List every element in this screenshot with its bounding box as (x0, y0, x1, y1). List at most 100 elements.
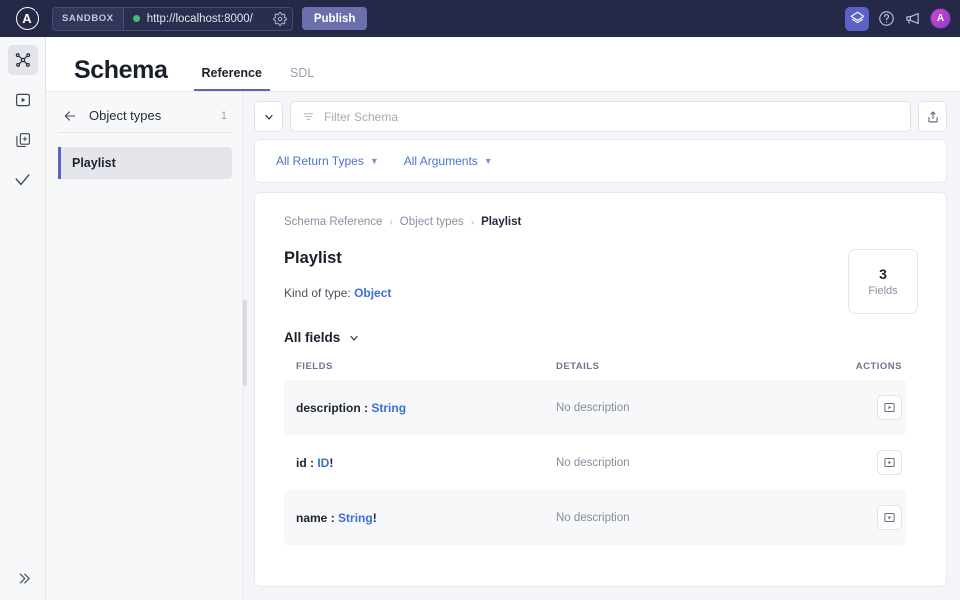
checkmark-icon (13, 171, 32, 190)
dropdown-all-return-types[interactable]: All Return Types ▼ (276, 154, 379, 168)
body-wrapper: Object types 1 Playlist Filte (46, 92, 960, 600)
column-header-fields: FIELDS (284, 361, 556, 372)
help-icon[interactable] (878, 10, 895, 27)
rail-item-documents[interactable] (8, 125, 38, 155)
kind-of-type-label: Kind of type: (284, 286, 351, 300)
panel-scrollbar[interactable] (243, 300, 247, 386)
field-actions (830, 450, 906, 475)
breadcrumb-separator: › (389, 217, 392, 228)
dropdown-all-arguments[interactable]: All Arguments ▼ (404, 154, 493, 168)
fields-table-header: FIELDS DETAILS ACTIONS (284, 361, 906, 380)
rail-item-explorer[interactable] (8, 85, 38, 115)
kind-of-type-value[interactable]: Object (354, 286, 391, 300)
chevron-down-icon (263, 111, 275, 123)
sandbox-badge: SANDBOX (53, 8, 124, 30)
expand-rail-button[interactable] (0, 571, 46, 586)
page-title: Schema (74, 56, 168, 85)
tab-sdl[interactable]: SDL (282, 66, 322, 91)
field-signature: name : String! (284, 511, 556, 525)
search-input[interactable]: Filter Schema (290, 101, 911, 132)
page-header: Schema Reference SDL (46, 37, 960, 92)
field-name: description (296, 401, 361, 415)
explorer-play-icon (14, 91, 32, 109)
rail-item-schema[interactable] (8, 45, 38, 75)
search-placeholder: Filter Schema (324, 110, 398, 124)
field-separator: : (327, 511, 338, 525)
field-name: name (296, 511, 327, 525)
run-query-icon[interactable] (877, 395, 902, 420)
app-logo[interactable]: A (8, 7, 46, 30)
endpoint-url: http://localhost:8000/ (147, 13, 253, 25)
filter-lines-icon (302, 110, 315, 123)
type-detail-card: Schema Reference › Object types › Playli… (254, 192, 947, 587)
field-actions (830, 505, 906, 530)
top-bar: A SANDBOX http://localhost:8000/ Publish (0, 0, 960, 37)
breadcrumb-separator: › (471, 217, 474, 228)
filter-row: Filter Schema (254, 101, 947, 132)
column-header-details: DETAILS (556, 361, 830, 372)
tab-reference[interactable]: Reference (194, 66, 270, 91)
field-separator: : (361, 401, 372, 415)
avatar-letter: A (937, 13, 944, 24)
endpoint-bar: SANDBOX http://localhost:8000/ (52, 7, 293, 31)
all-fields-toggle[interactable]: All fields (284, 330, 918, 345)
object-types-header: Object types 1 (58, 108, 232, 133)
field-type[interactable]: String (371, 401, 406, 415)
endpoint-url-area[interactable]: http://localhost:8000/ (124, 13, 259, 25)
breadcrumb-item-object-types[interactable]: Object types (400, 216, 464, 228)
dropdown-all-arguments-label: All Arguments (404, 154, 478, 168)
breadcrumb-item-schema-reference[interactable]: Schema Reference (284, 216, 382, 228)
collapse-button[interactable] (254, 101, 283, 132)
field-signature: description : String (284, 401, 556, 415)
megaphone-icon[interactable] (904, 10, 921, 27)
all-fields-label: All fields (284, 330, 340, 345)
field-signature: id : ID! (284, 456, 556, 470)
layers-icon[interactable] (845, 7, 869, 31)
header-tabs: Reference SDL (194, 66, 335, 91)
run-query-icon[interactable] (877, 450, 902, 475)
connection-status-dot (133, 15, 140, 22)
field-description: No description (556, 457, 830, 469)
export-share-icon (926, 110, 940, 124)
field-description: No description (556, 402, 830, 414)
fields-table: FIELDS DETAILS ACTIONS description : Str… (284, 361, 906, 545)
column-header-actions: ACTIONS (830, 361, 906, 372)
arrow-left-icon[interactable] (63, 109, 77, 123)
object-types-title: Object types (89, 108, 209, 123)
table-row[interactable]: id : ID! No description (284, 435, 906, 490)
fields-stat-label: Fields (868, 285, 897, 297)
field-name: id (296, 456, 307, 470)
rail-item-checks[interactable] (8, 165, 38, 195)
avatar[interactable]: A (930, 8, 951, 29)
chevron-down-icon (348, 332, 360, 344)
chevron-down-icon: ▼ (484, 156, 493, 166)
fields-stat-value: 3 (879, 266, 887, 282)
fields-stat-card: 3 Fields (848, 249, 918, 314)
field-nonnull: ! (329, 456, 333, 470)
top-bar-actions: A (845, 0, 951, 37)
kind-of-type-line: Kind of type: Object (284, 286, 918, 300)
table-row[interactable]: name : String! No description (284, 490, 906, 545)
logo-letter: A (22, 12, 31, 25)
schema-graph-icon (14, 51, 32, 69)
publish-button[interactable]: Publish (302, 7, 368, 30)
run-query-icon[interactable] (877, 505, 902, 530)
field-separator: : (307, 456, 318, 470)
breadcrumb-item-playlist: Playlist (481, 216, 521, 228)
documents-icon (14, 131, 32, 149)
export-button[interactable] (918, 101, 947, 132)
gear-icon[interactable] (259, 12, 292, 26)
field-nonnull: ! (373, 511, 377, 525)
breadcrumb: Schema Reference › Object types › Playli… (284, 216, 918, 228)
schema-reference-panel: Filter Schema All Return Types ▼ All Arg… (243, 92, 960, 600)
object-types-count: 1 (221, 110, 227, 122)
table-row[interactable]: description : String No description (284, 380, 906, 435)
filter-dropdown-bar: All Return Types ▼ All Arguments ▼ (254, 139, 947, 183)
dropdown-all-return-types-label: All Return Types (276, 154, 364, 168)
field-type[interactable]: ID (317, 456, 329, 470)
field-actions (830, 395, 906, 420)
field-type[interactable]: String (338, 511, 373, 525)
sidebar-item-playlist[interactable]: Playlist (58, 147, 232, 179)
left-rail (0, 37, 46, 600)
type-name-heading: Playlist (284, 249, 918, 268)
